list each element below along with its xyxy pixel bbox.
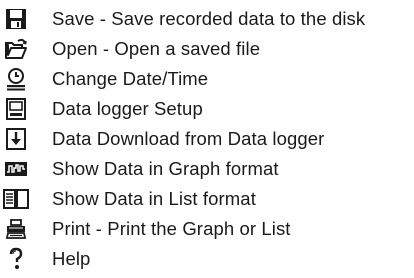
legend-item-label: Show Data in List format [52,188,256,209]
open-folder-icon [2,35,30,63]
graph-icon [2,155,30,183]
legend-item-label: Data logger Setup [52,98,203,119]
legend-item-label: Data Download from Data logger [52,128,325,149]
legend-item-label: Print - Print the Graph or List [52,218,291,239]
legend-item-label: Help [52,248,91,269]
list-icon [2,185,30,213]
logger-setup-icon [2,95,30,123]
legend-item-label: Change Date/Time [52,68,209,89]
download-arrow-icon [2,125,30,153]
toolbar-icon-legend: Save - Save recorded data to the disk Op… [0,0,414,278]
legend-item-label: Save - Save recorded data to the disk [52,8,366,29]
save-disk-icon [2,5,30,33]
legend-item-label: Open - Open a saved file [52,38,261,59]
clock-icon [2,65,30,93]
help-icon [2,245,30,273]
printer-icon [2,215,30,243]
legend-item-label: Show Data in Graph format [52,158,279,179]
